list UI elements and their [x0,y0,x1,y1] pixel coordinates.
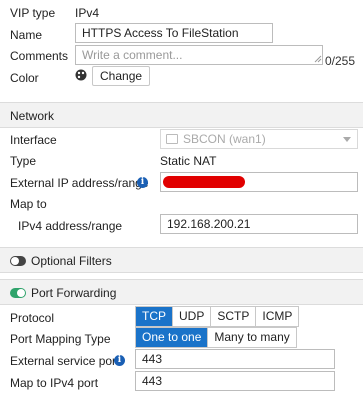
ipv4-range-input[interactable]: 192.168.200.21 [160,214,358,234]
external-port-info-icon[interactable]: i [114,355,125,366]
protocol-icmp[interactable]: ICMP [256,307,299,326]
map-port-input[interactable]: 443 [135,371,335,391]
comments-textarea[interactable]: Write a comment... [75,45,323,65]
protocol-sctp[interactable]: SCTP [211,307,257,326]
map-port-label: Map to IPv4 port [10,376,99,390]
chevron-down-icon [343,137,351,142]
protocol-selector: TCP UDP SCTP ICMP [135,306,300,327]
external-ip-label: External IP address/range [10,176,149,190]
external-ip-info-icon[interactable]: i [137,177,148,188]
vip-type-value: IPv4 [75,6,100,20]
type-label: Type [10,154,37,168]
port-mapping-selector: One to one Many to many [135,327,297,348]
port-mapping-many-to-many[interactable]: Many to many [208,328,296,347]
optional-filters-toggle[interactable] [10,256,26,266]
ipv4-range-label: IPv4 address/range [18,219,123,233]
port-forwarding-header: Port Forwarding [0,279,363,305]
port-mapping-one-to-one[interactable]: One to one [136,328,209,347]
external-port-input[interactable]: 443 [135,349,335,369]
protocol-tcp[interactable]: TCP [136,307,173,326]
interface-value: SBCON (wan1) [183,132,266,146]
optional-filters-header: Optional Filters [0,247,363,273]
name-input[interactable]: HTTPS Access To FileStation [75,23,273,43]
network-section-header: Network [0,102,363,128]
redaction-mark [163,176,245,188]
vip-type-label: VIP type [10,6,56,20]
color-label: Color [10,71,39,85]
name-label: Name [10,28,43,42]
protocol-udp[interactable]: UDP [173,307,212,326]
change-color-button[interactable]: Change [92,66,151,86]
port-forwarding-title: Port Forwarding [31,286,117,300]
resize-handle-icon[interactable] [314,55,322,63]
color-palette-icon [75,69,87,81]
type-value: Static NAT [160,154,217,168]
interface-select[interactable]: SBCON (wan1) [160,129,358,149]
optional-filters-title: Optional Filters [31,254,112,268]
map-to-label: Map to [10,197,47,211]
comment-counter: 0/255 [325,54,356,68]
interface-label: Interface [10,133,57,147]
port-mapping-label: Port Mapping Type [10,332,111,346]
protocol-label: Protocol [10,311,55,325]
external-port-label: External service port [10,354,120,368]
interface-port-icon [166,134,178,144]
port-forwarding-toggle[interactable] [10,288,26,298]
network-section-title: Network [10,109,55,123]
comments-label: Comments [10,49,69,63]
